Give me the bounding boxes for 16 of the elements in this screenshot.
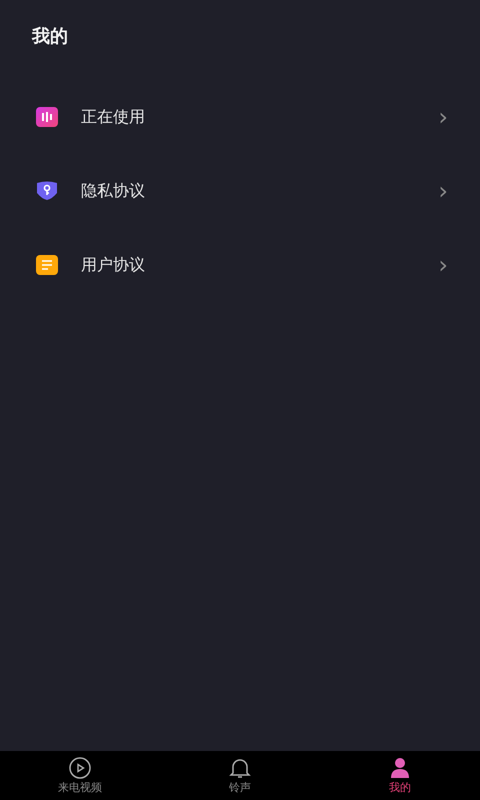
bell-icon [228,756,252,778]
equalizer-icon [36,107,58,127]
chevron-icon: › [438,253,448,277]
play-circle-icon [67,756,93,778]
chevron-icon: › [438,105,448,129]
chevron-icon: › [438,179,448,203]
user-icon [388,756,412,778]
menu-item[interactable]: 用户协议 › [0,228,480,302]
tab[interactable]: 铃声 [160,751,320,800]
page-title: 我的 [32,25,68,48]
tab[interactable]: 我的 [320,751,480,800]
document-icon [36,255,58,275]
menu-item[interactable]: 隐私协议 › [0,154,480,228]
shield-key-icon [36,181,58,201]
menu-item[interactable]: 正在使用 › [0,80,480,154]
tab[interactable]: 来电视频 [0,751,160,800]
